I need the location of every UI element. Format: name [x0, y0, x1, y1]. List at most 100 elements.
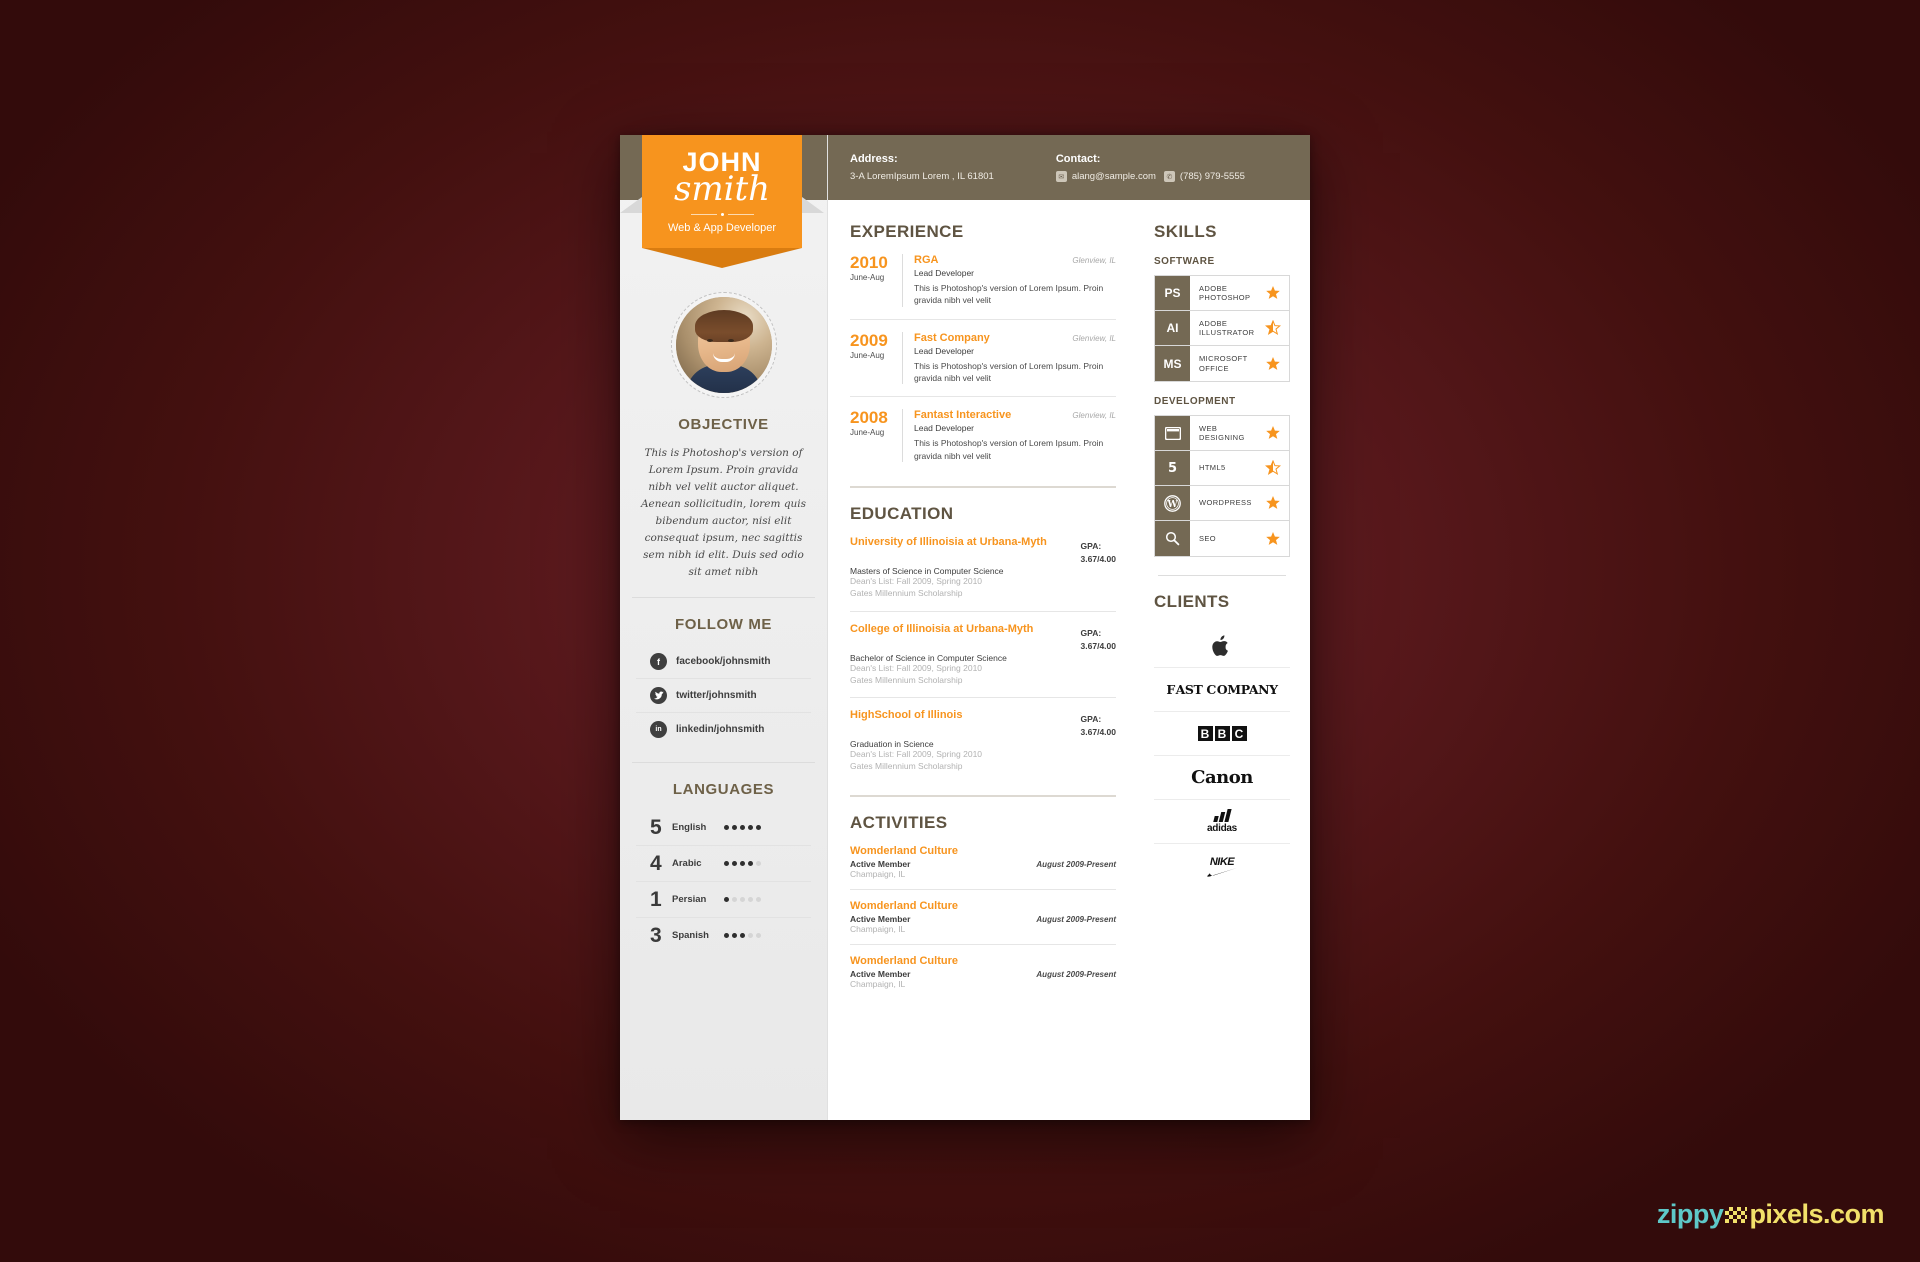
- software-skill-table: PS ADOBE PHOTOSHOP AI ADOBE ILLUSTRATOR …: [1154, 275, 1290, 382]
- skill-name: WORDPRESS: [1199, 498, 1252, 508]
- star-full-icon: [1266, 286, 1280, 299]
- gpa-value: 3.67/4.00: [1080, 727, 1116, 738]
- language-name: English: [672, 822, 707, 833]
- skill-name: HTML5: [1199, 463, 1226, 473]
- skill-row: WEB DESIGNING: [1155, 416, 1289, 451]
- linkedin-icon: in: [650, 721, 667, 738]
- activity-name: Womderland Culture: [850, 845, 958, 858]
- social-link-facebook[interactable]: f facebook/johnsmith: [636, 645, 811, 679]
- experience-date: 2009 June-Aug: [850, 332, 902, 385]
- social-label: twitter/johnsmith: [676, 690, 757, 701]
- watermark: zippy pixels.com: [1656, 1199, 1885, 1230]
- name-banner: JOHN smith Web & App Developer: [620, 135, 824, 268]
- star-full-icon: [1266, 496, 1280, 509]
- language-name: Arabic: [672, 858, 702, 869]
- development-subheading: DEVELOPMENT: [1154, 396, 1236, 407]
- skills-column: SKILLS SOFTWARE PS ADOBE PHOTOSHOP AI AD…: [1138, 200, 1310, 1120]
- avatar: [670, 292, 777, 398]
- star-full-icon: [1266, 356, 1280, 370]
- gpa-label: GPA:: [1080, 540, 1102, 551]
- follow-title: FOLLOW ME: [674, 616, 773, 633]
- activity-role: Active Member: [850, 914, 911, 925]
- education-gpa: GPA: 3.67/4.00: [1081, 709, 1116, 737]
- resume-document: JOHN smith Web & App Developer OBJECTIVE…: [620, 135, 1310, 1120]
- social-link-linkedin[interactable]: in linkedin/johnsmith: [636, 713, 811, 746]
- education-note: Gates Millennium Scholarship: [850, 761, 963, 772]
- browser-window-icon: [1155, 416, 1190, 450]
- experience-description: This is Photoshop's version of Lorem Ips…: [914, 438, 1104, 461]
- education-note: Gates Millennium Scholarship: [850, 674, 963, 685]
- experience-role: Lead Developer: [914, 345, 975, 356]
- language-level-dots: [724, 933, 761, 938]
- client-row: NIKE: [1154, 844, 1290, 888]
- language-score: 3: [650, 924, 662, 947]
- skill-row: PS ADOBE PHOTOSHOP: [1155, 276, 1289, 311]
- gpa-label: GPA:: [1080, 714, 1102, 725]
- email-value: alang@sample.com: [1071, 171, 1156, 182]
- html5-icon: 5: [1155, 451, 1190, 485]
- clients-list: F AST C OMPANY B B C Canon adidas NIKE: [1154, 624, 1290, 888]
- phone-value: (785) 979-5555: [1179, 171, 1245, 182]
- apple-logo: [1212, 634, 1228, 656]
- phone-icon: ✆: [1163, 171, 1175, 182]
- experience-location: Glenview, IL: [1072, 333, 1116, 343]
- activity-name: Womderland Culture: [850, 900, 958, 913]
- language-name: Persian: [672, 894, 707, 905]
- activity-name: Womderland Culture: [850, 955, 958, 968]
- language-level-dots: [724, 825, 761, 830]
- client-row: adidas: [1154, 800, 1290, 844]
- social-label: facebook/johnsmith: [676, 656, 771, 667]
- skill-name: ADOBE PHOTOSHOP: [1199, 283, 1251, 302]
- watermark-zippy: zippy: [1656, 1199, 1724, 1229]
- education-note: Gates Millennium Scholarship: [850, 587, 963, 598]
- contact-block: Contact: ✉ alang@sample.com ✆ (785) 979-…: [1055, 153, 1245, 182]
- phone-item[interactable]: ✆ (785) 979-5555: [1163, 171, 1245, 182]
- social-link-twitter[interactable]: twitter/johnsmith: [636, 679, 811, 713]
- experience-body: Fast Company Glenview, IL Lead Developer…: [902, 331, 1116, 385]
- language-score: 4: [650, 852, 662, 875]
- education-gpa: GPA: 3.67/4.00: [1081, 536, 1116, 564]
- experience-location: Glenview, IL: [1072, 411, 1116, 421]
- experience-date: 2008 June-Aug: [850, 409, 902, 462]
- star-half-icon: [1265, 460, 1281, 476]
- section-divider-education: [850, 795, 1116, 798]
- gpa-value: 3.67/4.00: [1080, 553, 1116, 564]
- software-subheading: SOFTWARE: [1154, 256, 1215, 267]
- objective-title: OBJECTIVE: [678, 416, 769, 433]
- activity-item: Womderland Culture Active Member August …: [850, 900, 1116, 946]
- skill-row: AI ADOBE ILLUSTRATOR: [1155, 311, 1289, 346]
- experience-item: 2008 June-Aug Fantast Interactive Glenvi…: [850, 409, 1116, 474]
- facebook-icon: f: [650, 653, 667, 670]
- last-name: smith: [673, 169, 771, 209]
- main-column: Address: 3-A LoremIpsum Lorem , IL 61801…: [828, 135, 1310, 1120]
- education-degree: Bachelor of Science in Computer Science: [850, 652, 1007, 663]
- education-gpa: GPA: 3.67/4.00: [1081, 623, 1116, 651]
- nike-logo: NIKE: [1207, 856, 1237, 877]
- experience-year: 2010: [850, 253, 888, 272]
- contact-label: Contact:: [1055, 153, 1101, 165]
- star-full-icon: [1266, 426, 1280, 439]
- education-note: Dean's List: Fall 2009, Spring 2010: [850, 575, 983, 586]
- education-item: College of Illinoisia at Urbana-Myth GPA…: [850, 623, 1116, 699]
- envelope-icon: ✉: [1055, 171, 1067, 182]
- sidebar: JOHN smith Web & App Developer OBJECTIVE…: [620, 135, 828, 1120]
- experience-year: 2008: [850, 408, 888, 428]
- activities-list: Womderland Culture Active Member August …: [850, 845, 1116, 999]
- education-heading: EDUCATION: [850, 503, 954, 523]
- skill-row: W WORDPRESS: [1155, 486, 1289, 521]
- experience-list: 2010 June-Aug RGA Glenview, IL Lead Deve…: [850, 254, 1116, 474]
- skill-name: MICROSOFT OFFICE: [1199, 354, 1248, 373]
- banner-divider: [650, 213, 794, 216]
- experience-body: Fantast Interactive Glenview, IL Lead De…: [902, 409, 1116, 462]
- language-row: 3 Spanish: [636, 918, 811, 953]
- education-degree: Masters of Science in Computer Science: [850, 565, 1004, 576]
- education-item: University of Illinoisia at Urbana-Myth …: [850, 536, 1116, 612]
- social-label: linkedin/johnsmith: [676, 724, 765, 735]
- skill-name: WEB DESIGNING: [1199, 423, 1245, 442]
- experience-item: 2010 June-Aug RGA Glenview, IL Lead Deve…: [850, 254, 1116, 320]
- activity-location: Champaign, IL: [850, 869, 906, 880]
- email-item[interactable]: ✉ alang@sample.com: [1055, 171, 1156, 182]
- skill-row: SEO: [1155, 521, 1289, 556]
- education-degree: Graduation in Science: [850, 739, 934, 750]
- language-row: 4 Arabic: [636, 846, 811, 882]
